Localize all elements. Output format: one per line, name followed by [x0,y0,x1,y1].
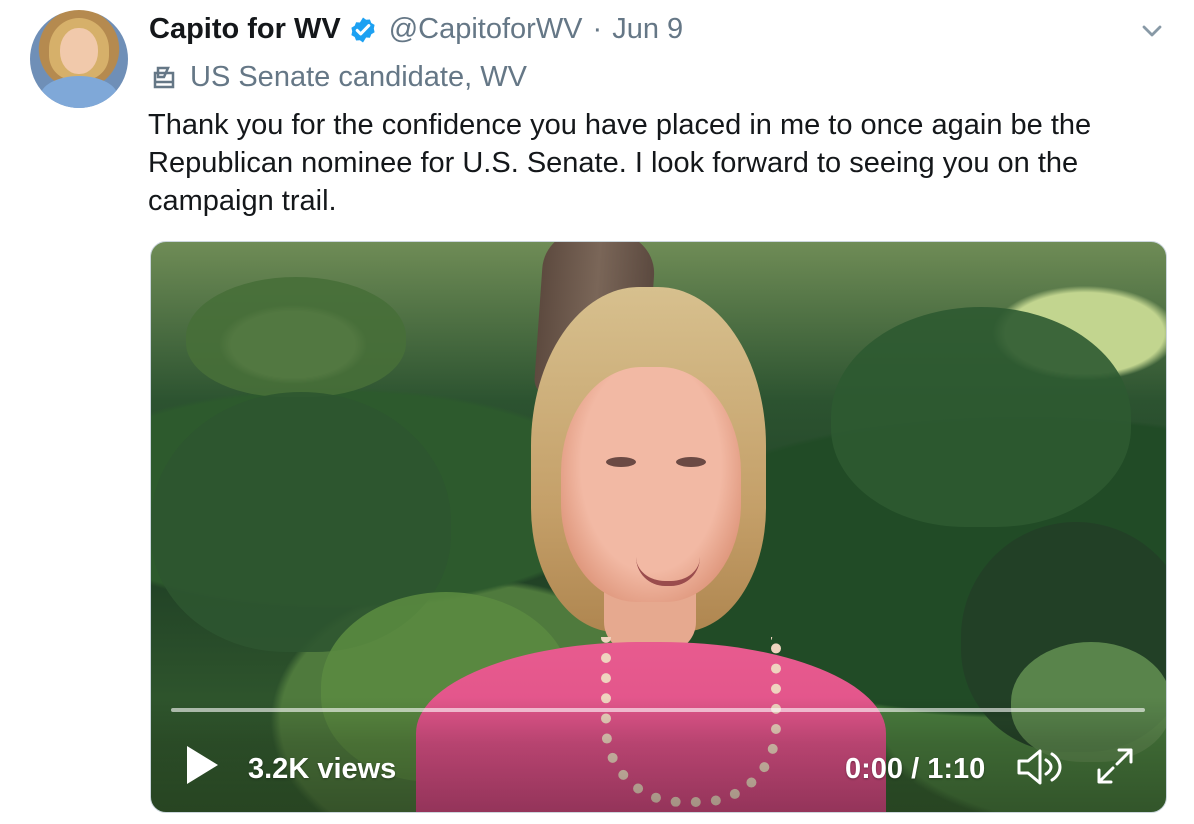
account-label: US Senate candidate, WV [150,61,527,94]
timestamp[interactable]: Jun 9 [612,13,683,46]
video-player[interactable]: 3.2K views 0:00 / 1:10 [150,241,1167,813]
view-count: 3.2K views [248,753,397,785]
subject-eye [676,457,706,467]
verified-badge-icon [349,16,377,44]
avatar-shirt [40,76,118,108]
chevron-down-icon[interactable] [1139,18,1165,44]
video-time: 0:00 / 1:10 [845,753,986,785]
account-label-text: US Senate candidate, WV [190,61,527,93]
display-name[interactable]: Capito for WV [149,13,341,46]
ballot-box-icon [153,66,175,88]
volume-icon[interactable] [1014,743,1062,791]
tweet-header: Capito for WV @CapitoforWV · Jun 9 [149,13,683,46]
play-icon[interactable] [184,744,220,786]
video-progress-track[interactable] [171,708,1145,712]
tweet-card: Capito for WV @CapitoforWV · Jun 9 US Se… [0,0,1194,824]
video-controls: 3.2K views 0:00 / 1:10 [151,697,1166,812]
avatar[interactable] [30,10,128,108]
expand-icon[interactable] [1095,746,1135,786]
header-separator: · [592,13,603,45]
tweet-text: Thank you for the confidence you have pl… [148,109,1092,217]
subject-eye [606,457,636,467]
foliage-background [186,277,406,397]
handle[interactable]: @CapitoforWV [389,13,583,46]
avatar-face [60,28,98,74]
